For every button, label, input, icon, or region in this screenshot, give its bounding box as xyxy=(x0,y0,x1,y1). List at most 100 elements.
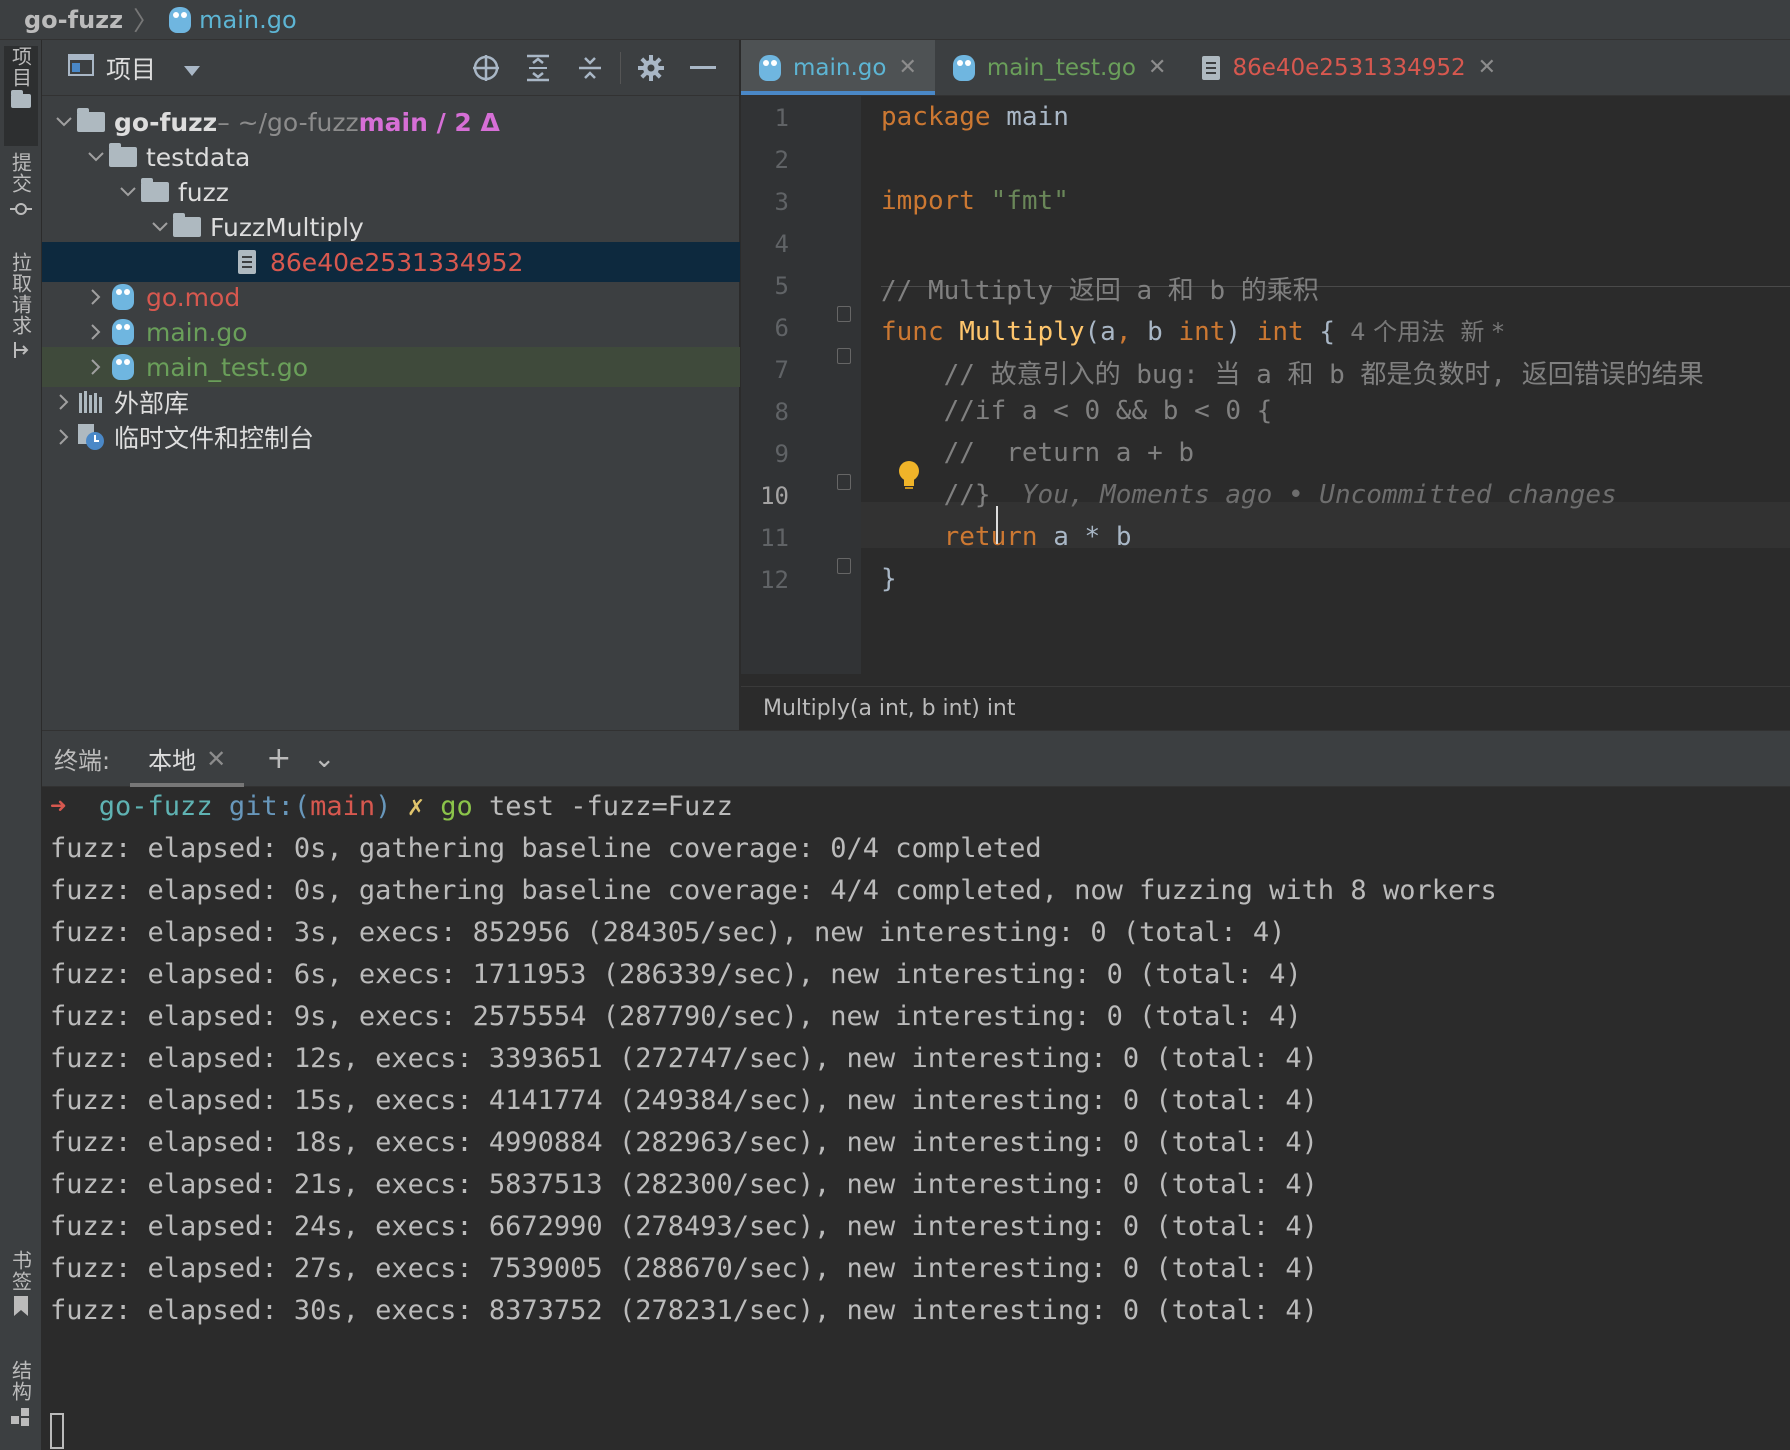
tree-item-label: FuzzMultiply xyxy=(210,212,364,242)
tool-window-commit[interactable]: 提交 xyxy=(4,152,38,242)
tree-item-scratches[interactable]: 临时文件和控制台 xyxy=(42,417,740,457)
identifier: main xyxy=(990,102,1069,132)
chevron-right-icon[interactable] xyxy=(52,429,76,445)
tree-item-testdata[interactable]: testdata xyxy=(42,137,740,177)
chevron-right-icon[interactable] xyxy=(84,359,108,375)
tab-label: main.go xyxy=(793,54,887,81)
tab-main-go[interactable]: main.go ✕ xyxy=(741,40,935,95)
line-number: 11 xyxy=(760,524,789,552)
editor: main.go ✕ main_test.go ✕ 86e40e253133495… xyxy=(741,40,1790,730)
tool-window-pull-requests-label: 拉取请求 xyxy=(8,252,33,336)
git-branch-status: main / 2 Δ xyxy=(358,107,500,137)
comment: // Multiply 返回 a 和 b 的乘积 xyxy=(881,276,1319,306)
code-line-12: } xyxy=(881,564,897,594)
go-file-icon xyxy=(759,54,781,81)
tree-item-external-libraries[interactable]: 外部库 xyxy=(42,382,740,422)
function-signature[interactable]: Multiply(a int, b int) int xyxy=(763,696,1016,721)
breadcrumb-project[interactable]: go-fuzz xyxy=(24,6,123,34)
prompt-branch: main xyxy=(310,791,376,822)
comment: // return a + b xyxy=(881,438,1195,468)
terminal-line: fuzz: elapsed: 15s, execs: 4141774 (2493… xyxy=(50,1085,1318,1116)
close-icon[interactable]: ✕ xyxy=(206,745,226,773)
punctuation: , xyxy=(1115,317,1132,347)
chevron-right-icon[interactable] xyxy=(52,394,76,410)
tab-corpus-file[interactable]: 86e40e2531334952 ✕ xyxy=(1184,40,1514,95)
terminal-line: fuzz: elapsed: 9s, execs: 2575554 (28779… xyxy=(50,1001,1302,1032)
current-line-number: 10 xyxy=(760,482,789,510)
tree-item-main-test-go[interactable]: main_test.go xyxy=(42,347,740,387)
tree-item-path: – ~/go-fuzz xyxy=(217,107,359,137)
tab-main-test-go[interactable]: main_test.go ✕ xyxy=(935,40,1185,95)
folder-icon xyxy=(11,90,31,108)
param: (a xyxy=(1084,317,1116,347)
breadcrumb: go-fuzz 〉 main.go xyxy=(0,0,1790,40)
text-caret xyxy=(996,506,998,544)
structure-icon xyxy=(11,1406,31,1431)
tree-item-label: 临时文件和控制台 xyxy=(114,424,315,453)
prompt-git: git:( xyxy=(228,791,311,822)
close-icon[interactable]: ✕ xyxy=(1478,55,1496,80)
tree-item-label: fuzz xyxy=(178,177,229,207)
collapse-all-icon[interactable] xyxy=(564,40,616,96)
usages-hint[interactable]: 4 个用法 新 * xyxy=(1335,318,1504,346)
library-icon xyxy=(76,389,106,415)
chevron-right-icon[interactable] xyxy=(84,289,108,305)
code-line-7: // 故意引入的 bug: 当 a 和 b 都是负数时, 返回错误的结果 xyxy=(881,354,1704,391)
tool-window-bookmarks-label: 书签 xyxy=(8,1250,33,1292)
terminal-line: fuzz: elapsed: 24s, execs: 6672990 (2784… xyxy=(50,1211,1318,1242)
tree-item-go-fuzz[interactable]: go-fuzz – ~/go-fuzz main / 2 Δ xyxy=(42,102,740,142)
tree-item-main-go[interactable]: main.go xyxy=(42,312,740,352)
terminal-line: fuzz: elapsed: 18s, execs: 4990884 (2829… xyxy=(50,1127,1318,1158)
chevron-down-icon[interactable] xyxy=(148,222,172,232)
toolbar-divider xyxy=(620,52,621,84)
close-icon[interactable]: ✕ xyxy=(898,55,916,80)
chevron-down-icon[interactable] xyxy=(52,117,76,127)
terminal-header: 终端: 本地 ✕ + ⌄ xyxy=(42,731,1790,787)
tree-item-go-mod[interactable]: go.mod xyxy=(42,277,740,317)
new-terminal-button[interactable]: + xyxy=(266,741,291,776)
editor-tabs: main.go ✕ main_test.go ✕ 86e40e253133495… xyxy=(741,40,1790,96)
chevron-down-icon[interactable] xyxy=(116,187,140,197)
tool-window-pull-requests[interactable]: 拉取请求 xyxy=(4,252,38,402)
line-number: 1 xyxy=(774,104,789,132)
chevron-down-icon[interactable] xyxy=(84,152,108,162)
expand-all-icon[interactable] xyxy=(512,40,564,96)
gear-icon[interactable] xyxy=(625,40,677,96)
tree-item-label: 外部库 xyxy=(114,389,190,418)
left-tool-stripe: 项目 提交 拉取请求 书签 结构 xyxy=(0,40,42,1450)
close-icon[interactable]: ✕ xyxy=(1148,55,1166,80)
project-panel-header: 项目 xyxy=(42,40,739,96)
tool-window-bookmarks[interactable]: 书签 xyxy=(4,1250,38,1340)
go-test-file-icon xyxy=(108,354,138,380)
chevron-down-icon[interactable]: ⌄ xyxy=(313,744,335,774)
tab-local-terminal[interactable]: 本地 ✕ xyxy=(130,731,245,787)
string-literal: "fmt" xyxy=(974,186,1069,216)
tree-item-label: go-fuzz xyxy=(114,107,218,137)
tree-item-fuzzmultiply[interactable]: FuzzMultiply xyxy=(42,207,740,247)
comment: // 故意引入的 bug: 当 a 和 b 都是负数时, 返回错误的结果 xyxy=(881,360,1704,390)
go-file-icon xyxy=(108,319,138,345)
prompt-directory: go-fuzz xyxy=(98,791,213,822)
tree-item-corpus-file[interactable]: 86e40e2531334952 xyxy=(42,242,740,282)
terminal-line: fuzz: elapsed: 30s, execs: 8373752 (2782… xyxy=(50,1295,1318,1326)
minimize-icon[interactable] xyxy=(677,40,729,96)
fold-marker-icon[interactable] xyxy=(837,558,851,574)
code-line-6: func Multiply(a, b int) int { 4 个用法 新 * xyxy=(881,312,1504,347)
tool-window-structure-label: 结构 xyxy=(8,1360,33,1402)
folder-icon xyxy=(76,108,106,135)
crosshair-icon[interactable] xyxy=(460,40,512,96)
tool-window-structure[interactable]: 结构 xyxy=(4,1360,38,1450)
fold-marker-icon[interactable] xyxy=(837,474,851,490)
fold-marker-icon[interactable] xyxy=(837,348,851,364)
folder-icon xyxy=(140,178,170,205)
tool-window-project[interactable]: 项目 xyxy=(4,46,38,146)
project-view-title[interactable]: 项目 xyxy=(106,50,156,86)
terminal-title: 终端: xyxy=(54,747,111,775)
go-file-icon xyxy=(169,6,192,33)
chevron-right-icon[interactable] xyxy=(84,324,108,340)
breadcrumb-file[interactable]: main.go xyxy=(199,6,297,34)
chevron-down-icon[interactable] xyxy=(184,54,201,82)
tree-item-fuzz[interactable]: fuzz xyxy=(42,172,740,212)
fold-marker-icon[interactable] xyxy=(837,306,851,322)
punctuation: ) xyxy=(1225,317,1257,347)
